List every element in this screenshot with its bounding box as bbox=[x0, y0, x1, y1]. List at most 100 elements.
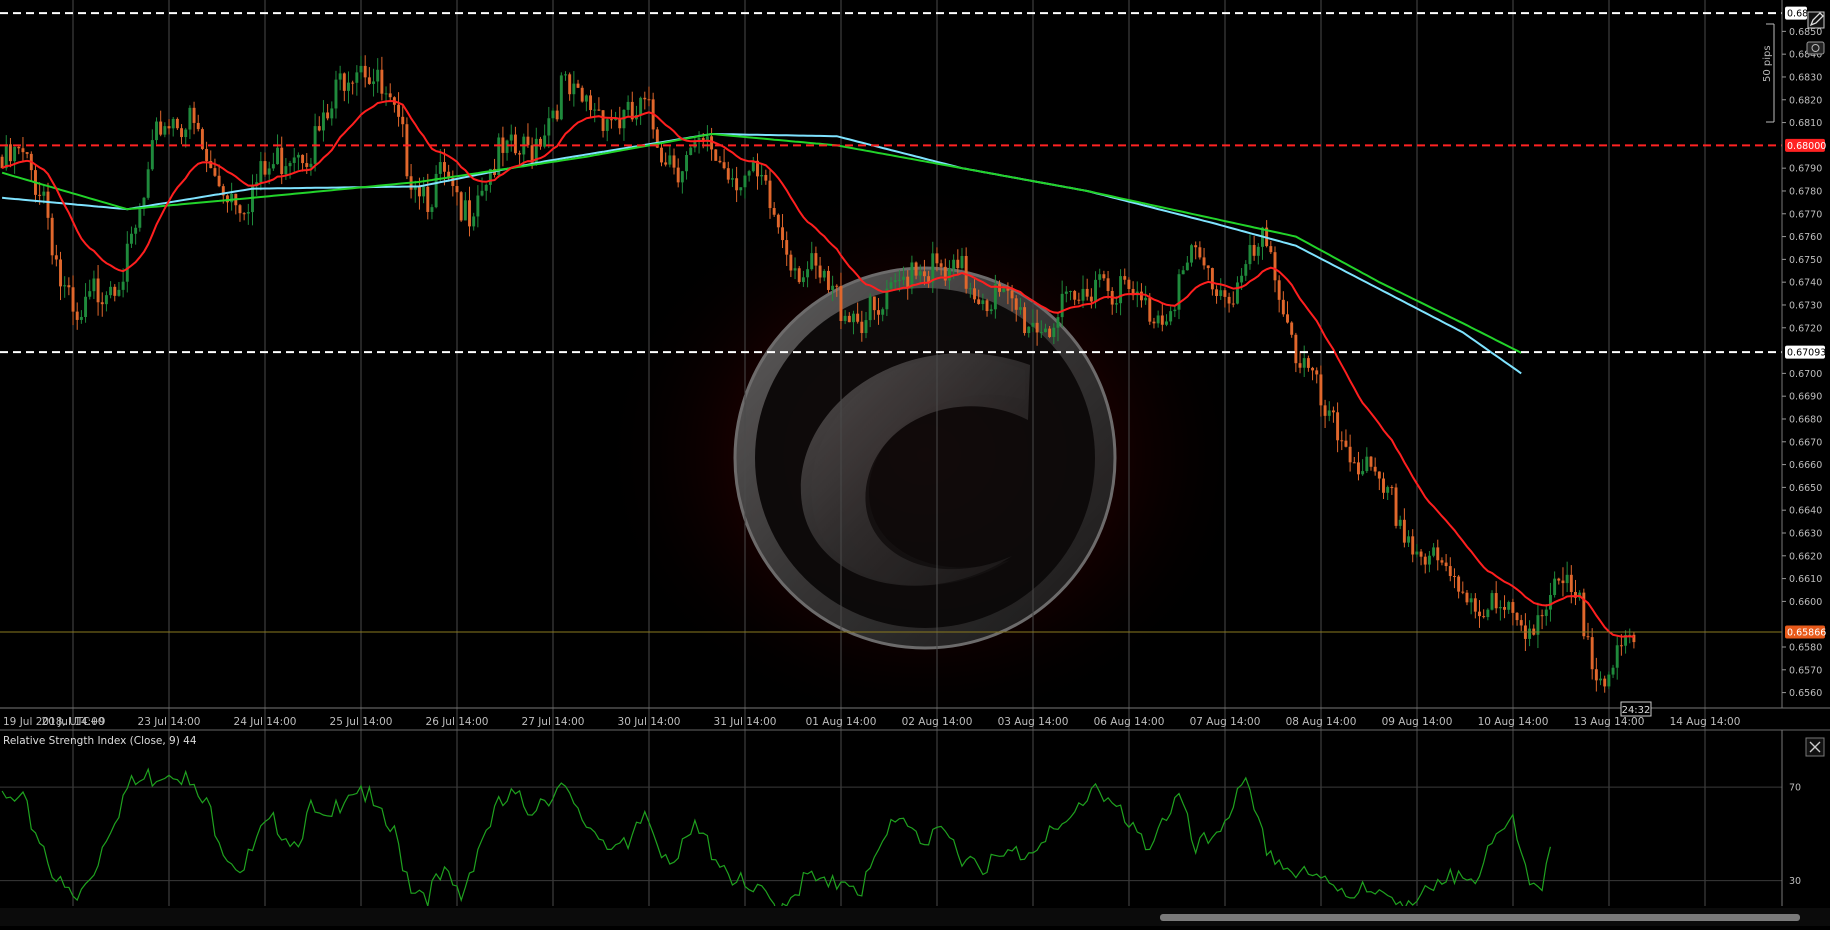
candle-body bbox=[685, 154, 688, 172]
time-tick-label: 06 Aug 14:00 bbox=[1094, 716, 1165, 728]
candle-body bbox=[1185, 262, 1189, 271]
candle-body bbox=[1344, 440, 1348, 447]
candle-body bbox=[180, 128, 184, 138]
candle-body bbox=[1357, 462, 1360, 475]
candle-body bbox=[664, 162, 668, 165]
candle-body bbox=[468, 200, 471, 227]
candle-body bbox=[922, 271, 926, 277]
candle-body bbox=[1599, 678, 1602, 681]
candle-body bbox=[1198, 247, 1202, 258]
candle-body bbox=[668, 155, 672, 165]
candle-body bbox=[1615, 645, 1619, 668]
candle-body bbox=[459, 192, 463, 221]
candle-body bbox=[1215, 289, 1219, 296]
candle-body bbox=[1482, 616, 1486, 618]
close-panel-icon[interactable] bbox=[1805, 737, 1825, 757]
chart-canvas[interactable]: 0.68500.68400.68300.68200.68100.67900.67… bbox=[0, 0, 1830, 926]
candle-body bbox=[238, 205, 242, 214]
candle-body bbox=[1223, 290, 1227, 297]
candle-body bbox=[163, 126, 167, 135]
candle-body bbox=[1590, 637, 1594, 670]
candle-body bbox=[317, 126, 321, 131]
candle-body bbox=[1411, 536, 1415, 555]
candle-body bbox=[1248, 245, 1252, 265]
price-tick-label: 0.6770 bbox=[1789, 209, 1822, 220]
candle-body bbox=[564, 74, 567, 76]
candle-body bbox=[580, 87, 584, 102]
candle-body bbox=[184, 129, 188, 138]
camera-icon[interactable] bbox=[1806, 41, 1825, 55]
candle-body bbox=[868, 296, 872, 321]
edit-icon[interactable] bbox=[1807, 11, 1825, 29]
candle-body bbox=[818, 265, 822, 278]
candle-body bbox=[643, 97, 647, 100]
candle-body bbox=[931, 253, 935, 283]
candle-body bbox=[25, 152, 29, 154]
candle-body bbox=[1486, 609, 1490, 618]
candle-body bbox=[242, 213, 246, 215]
candle-body bbox=[92, 278, 96, 292]
candle-body bbox=[1586, 636, 1590, 638]
candle-body bbox=[601, 110, 605, 131]
candle-body bbox=[726, 168, 730, 180]
price-tick-label: 0.6570 bbox=[1789, 665, 1822, 676]
price-tick-label: 0.6650 bbox=[1789, 483, 1822, 494]
candle-body bbox=[401, 116, 405, 125]
price-tick-label: 0.6790 bbox=[1789, 164, 1822, 175]
candle-body bbox=[388, 93, 392, 98]
candle-body bbox=[1540, 615, 1544, 617]
candle-body bbox=[192, 107, 196, 123]
candle-body bbox=[42, 191, 46, 196]
candle-body bbox=[1048, 328, 1052, 338]
price-tick-label: 0.6670 bbox=[1789, 437, 1822, 448]
candle-body bbox=[1081, 288, 1085, 301]
candle-body bbox=[225, 195, 229, 203]
time-tick-label: 24 Jul 14:00 bbox=[234, 716, 297, 728]
candle-body bbox=[301, 154, 305, 164]
candle-body bbox=[1427, 555, 1431, 565]
candle-body bbox=[1002, 288, 1006, 292]
candle-body bbox=[918, 271, 922, 276]
scrollbar-thumb[interactable] bbox=[1160, 914, 1800, 921]
price-tick-label: 0.6740 bbox=[1789, 278, 1822, 289]
candle-body bbox=[1290, 322, 1294, 335]
candle-body bbox=[1152, 321, 1156, 324]
candle-body bbox=[1165, 321, 1168, 325]
time-tick-label: 10 Aug 14:00 bbox=[1478, 716, 1549, 728]
candle-body bbox=[672, 155, 676, 168]
candle-body bbox=[1043, 328, 1047, 333]
candle-body bbox=[1452, 576, 1456, 578]
candle-body bbox=[1073, 291, 1077, 300]
candle-body bbox=[584, 95, 588, 102]
candle-body bbox=[1503, 607, 1506, 610]
candle-body bbox=[1240, 275, 1244, 283]
candle-body bbox=[1302, 358, 1306, 368]
candle-body bbox=[1006, 288, 1010, 291]
time-tick-label: 07 Aug 14:00 bbox=[1190, 716, 1261, 728]
candle-body bbox=[989, 309, 993, 312]
candle-body bbox=[647, 99, 651, 101]
candle-body bbox=[513, 134, 517, 154]
time-axis[interactable]: 19 Jul 2018, UTC+920 Jul 14:00 23 Jul 14:… bbox=[3, 716, 1740, 728]
candle-body bbox=[1144, 297, 1148, 301]
time-tick-label: 23 Jul 14:00 bbox=[138, 716, 201, 728]
candle-body bbox=[1544, 609, 1548, 616]
candle-body bbox=[1018, 307, 1022, 310]
candle-body bbox=[405, 124, 409, 177]
candle-body bbox=[104, 295, 108, 305]
candle-body bbox=[1327, 410, 1331, 416]
candle-body bbox=[1432, 547, 1436, 556]
candle-body bbox=[589, 95, 593, 111]
candle-body bbox=[1515, 612, 1519, 621]
candle-body bbox=[1315, 370, 1319, 375]
candle-body bbox=[305, 163, 309, 167]
candle-body bbox=[639, 97, 643, 116]
candle-body bbox=[1407, 536, 1411, 543]
candle-body bbox=[372, 81, 375, 84]
candle-body bbox=[852, 313, 855, 323]
candle-body bbox=[843, 315, 847, 321]
candle-body bbox=[568, 74, 572, 95]
candle-body bbox=[1023, 307, 1027, 334]
candle-body bbox=[1319, 374, 1323, 406]
candle-body bbox=[1064, 291, 1068, 294]
